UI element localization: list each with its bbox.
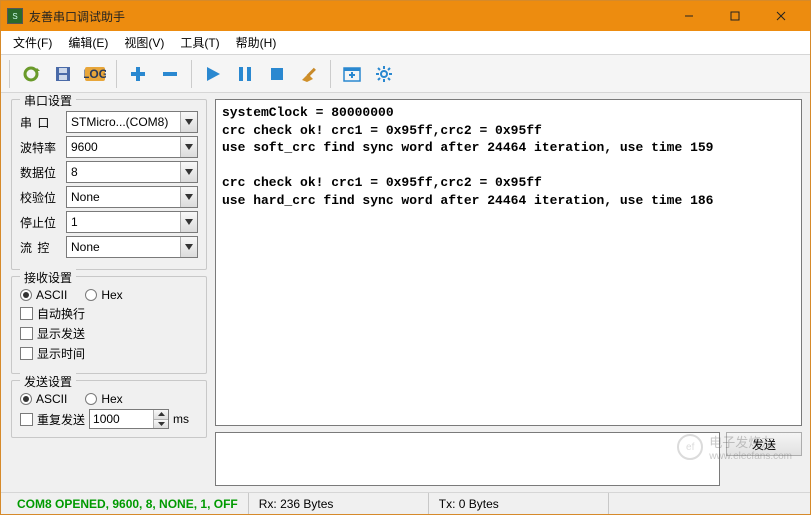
- baud-select[interactable]: 9600: [66, 136, 198, 158]
- new-window-icon[interactable]: [337, 59, 367, 89]
- minimize-button[interactable]: [666, 1, 712, 31]
- minus-icon[interactable]: [155, 59, 185, 89]
- autowrap-checkbox[interactable]: 自动换行: [20, 305, 85, 322]
- chevron-down-icon[interactable]: [180, 162, 197, 182]
- play-icon[interactable]: [198, 59, 228, 89]
- send-ascii-radio[interactable]: ASCII: [20, 392, 67, 406]
- flow-select[interactable]: None: [66, 236, 198, 258]
- menu-tools[interactable]: 工具(T): [172, 32, 227, 53]
- tx-bytes: Tx: 0 Bytes: [429, 493, 609, 514]
- chevron-down-icon[interactable]: [180, 212, 197, 232]
- port-label: 串 口: [20, 114, 66, 131]
- chevron-down-icon[interactable]: [180, 237, 197, 257]
- repeat-checkbox[interactable]: 重复发送: [20, 411, 85, 428]
- chevron-down-icon[interactable]: [180, 137, 197, 157]
- svg-text:LOG: LOG: [84, 67, 106, 81]
- parity-label: 校验位: [20, 189, 66, 206]
- clear-icon[interactable]: [294, 59, 324, 89]
- receive-output[interactable]: systemClock = 80000000 crc check ok! crc…: [215, 99, 802, 426]
- recv-legend: 接收设置: [20, 269, 76, 286]
- connection-status: COM8 OPENED, 9600, 8, NONE, 1, OFF: [7, 493, 249, 514]
- recv-ascii-radio[interactable]: ASCII: [20, 288, 67, 302]
- send-hex-radio[interactable]: Hex: [85, 392, 122, 406]
- stopbits-label: 停止位: [20, 214, 66, 231]
- status-bar: COM8 OPENED, 9600, 8, NONE, 1, OFF Rx: 2…: [1, 492, 810, 514]
- content-area: 串口设置 串 口 STMicro...(COM8) 波特率 9600: [1, 93, 810, 492]
- serial-legend: 串口设置: [20, 93, 76, 109]
- maximize-button[interactable]: [712, 1, 758, 31]
- pause-icon[interactable]: [230, 59, 260, 89]
- right-panel: systemClock = 80000000 crc check ok! crc…: [213, 93, 810, 492]
- left-panel: 串口设置 串 口 STMicro...(COM8) 波特率 9600: [1, 93, 213, 492]
- stop-icon[interactable]: [262, 59, 292, 89]
- menu-view[interactable]: 视图(V): [116, 32, 172, 53]
- receive-settings-group: 接收设置 ASCII Hex 自动换行 显示发送 显示时间: [11, 276, 207, 374]
- app-icon: S: [7, 8, 23, 24]
- spin-up-icon[interactable]: [154, 410, 168, 420]
- refresh-icon[interactable]: [16, 59, 46, 89]
- window-title: 友善串口调试助手: [29, 8, 666, 25]
- menu-file[interactable]: 文件(F): [5, 32, 60, 53]
- flow-label: 流 控: [20, 239, 66, 256]
- menu-bar: 文件(F) 编辑(E) 视图(V) 工具(T) 帮助(H): [1, 31, 810, 55]
- port-select[interactable]: STMicro...(COM8): [66, 111, 198, 133]
- send-settings-group: 发送设置 ASCII Hex 重复发送 1000 ms: [11, 380, 207, 438]
- app-window: S 友善串口调试助手 文件(F) 编辑(E) 视图(V) 工具(T) 帮助(H)…: [0, 0, 811, 515]
- title-bar: S 友善串口调试助手: [1, 1, 810, 31]
- recv-hex-radio[interactable]: Hex: [85, 288, 122, 302]
- databits-label: 数据位: [20, 164, 66, 181]
- rx-bytes: Rx: 236 Bytes: [249, 493, 429, 514]
- showsend-checkbox[interactable]: 显示发送: [20, 325, 85, 342]
- send-input[interactable]: [215, 432, 720, 486]
- plus-icon[interactable]: [123, 59, 153, 89]
- send-button[interactable]: 发送: [726, 432, 802, 456]
- stopbits-select[interactable]: 1: [66, 211, 198, 233]
- settings-icon[interactable]: [369, 59, 399, 89]
- send-legend: 发送设置: [20, 373, 76, 390]
- interval-input[interactable]: 1000: [89, 409, 169, 429]
- log-icon[interactable]: LOG: [80, 59, 110, 89]
- menu-edit[interactable]: 编辑(E): [60, 32, 116, 53]
- chevron-down-icon[interactable]: [180, 112, 197, 132]
- toolbar: LOG: [1, 55, 810, 93]
- unit-label: ms: [173, 412, 189, 426]
- save-icon[interactable]: [48, 59, 78, 89]
- serial-settings-group: 串口设置 串 口 STMicro...(COM8) 波特率 9600: [11, 99, 207, 270]
- spin-down-icon[interactable]: [154, 420, 168, 429]
- databits-select[interactable]: 8: [66, 161, 198, 183]
- close-button[interactable]: [758, 1, 804, 31]
- parity-select[interactable]: None: [66, 186, 198, 208]
- showtime-checkbox[interactable]: 显示时间: [20, 345, 85, 362]
- baud-label: 波特率: [20, 139, 66, 156]
- menu-help[interactable]: 帮助(H): [228, 32, 285, 53]
- chevron-down-icon[interactable]: [180, 187, 197, 207]
